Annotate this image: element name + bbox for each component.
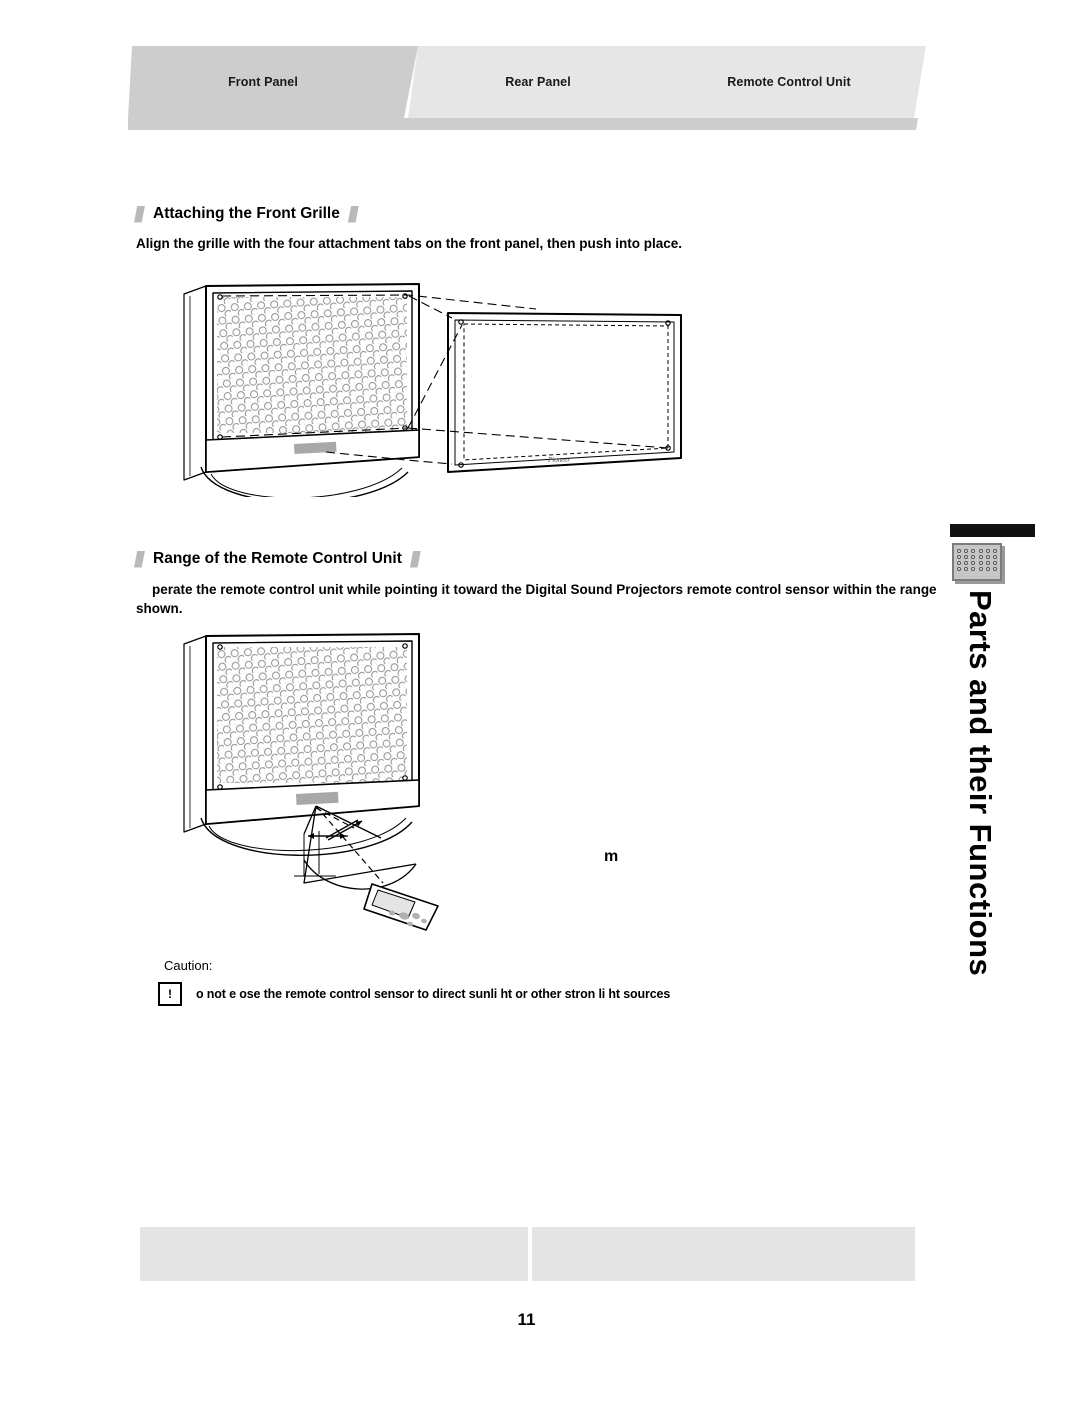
caution-text: o not e ose the remote control sensor to… — [196, 987, 671, 1001]
header-underline-bar — [128, 118, 918, 130]
page-number: 11 — [517, 1310, 536, 1329]
heading-mark-left-icon — [134, 550, 145, 568]
caution-row: ! o not e ose the remote control sensor … — [158, 982, 670, 1006]
front-grille-attachment-diagram: Pioneer — [176, 282, 696, 503]
tab-remote-control-unit[interactable]: Remote Control Unit — [664, 46, 926, 118]
figure-brand-mark: Pioneer — [547, 456, 570, 464]
tab-rear-panel[interactable]: Rear Panel — [408, 46, 680, 118]
warning-exclamation-icon: ! — [158, 982, 182, 1006]
heading-mark-right-icon — [347, 205, 359, 223]
side-tab-title: Parts and their Functions — [963, 590, 998, 977]
remote-range-instruction-text: perate the remote control unit while poi… — [136, 582, 937, 617]
tab-front-panel-label: Front Panel — [228, 75, 298, 89]
footer-box-right — [532, 1227, 915, 1281]
heading-mark-left-icon — [134, 205, 145, 223]
section-heading-attaching-front-grille: Attaching the Front Grille — [134, 205, 359, 223]
section-heading-text: Attaching the Front Grille — [153, 205, 340, 222]
front-grille-instruction-text: Align the grille with the four attachmen… — [136, 236, 683, 251]
tab-front-panel[interactable]: Front Panel — [128, 46, 418, 118]
side-tab-black-bar — [950, 524, 1035, 537]
remote-control-range-diagram — [176, 628, 676, 943]
tab-remote-control-unit-label: Remote Control Unit — [727, 75, 851, 89]
heading-mark-right-icon — [409, 550, 421, 568]
speaker-grille-icon — [952, 543, 1002, 581]
caution-label: Caution: — [164, 958, 213, 973]
section-heading-range-of-remote-control-unit: Range of the Remote Control Unit — [134, 550, 421, 568]
section-heading-text: Range of the Remote Control Unit — [153, 550, 402, 567]
tab-rear-panel-label: Rear Panel — [505, 75, 571, 89]
page-header-tabs: Front Panel Rear Panel Remote Control Un… — [0, 0, 1080, 140]
footer-box-left — [140, 1227, 528, 1281]
range-distance-label: m — [604, 848, 619, 865]
